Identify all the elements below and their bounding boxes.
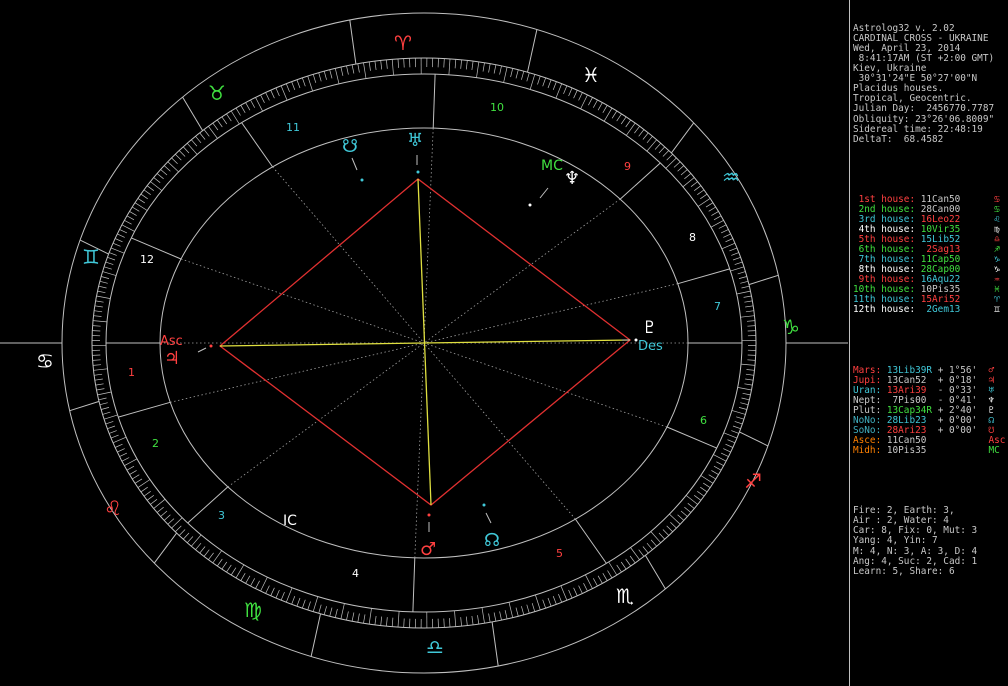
aries-icon: ♈ bbox=[394, 31, 412, 55]
house-number-10: 10 bbox=[490, 101, 504, 114]
degree-tick bbox=[443, 618, 445, 628]
jupiter-marker bbox=[209, 344, 213, 348]
planet-row-8: Midh: 10Pis35 MC bbox=[853, 446, 1008, 456]
chart-header: Astrolog32 v. 2.02 CARDINAL CROSS - UKRAI… bbox=[853, 24, 1008, 145]
taurus-icon: ♉ bbox=[208, 81, 226, 105]
virgo-icon: ♍ bbox=[244, 598, 262, 622]
sagittarius-icon: ♐ bbox=[744, 469, 762, 493]
info-panel: Astrolog32 v. 2.02 CARDINAL CROSS - UKRAI… bbox=[849, 0, 1008, 686]
house-number-12: 12 bbox=[140, 253, 154, 266]
house-number-11: 11 bbox=[286, 121, 300, 134]
degree-tick bbox=[403, 58, 405, 68]
planet-position: 10Pis35 bbox=[881, 445, 933, 457]
planet-motion bbox=[932, 445, 977, 456]
uranus-marker bbox=[416, 170, 420, 174]
house-number-2: 2 bbox=[152, 437, 159, 450]
degree-tick bbox=[403, 618, 405, 628]
house-label: 12th house: bbox=[853, 304, 916, 316]
cancer-icon: ♋ bbox=[36, 349, 54, 373]
north-node-icon: ☊ bbox=[484, 530, 500, 551]
neptune-marker bbox=[528, 203, 532, 207]
gemini-icon: ♊ bbox=[82, 245, 100, 269]
house-cusp-list: 1st house: 11Can50 ♋ 2nd house: 28Can00 … bbox=[853, 194, 1008, 316]
house-number-1: 1 bbox=[128, 366, 135, 379]
mc-label: MC bbox=[541, 158, 563, 174]
uranus-icon: ♅ bbox=[407, 130, 423, 151]
house-row-12: 12th house: 2Gem13 ♊ bbox=[853, 305, 1008, 315]
libra-icon: ♎ bbox=[426, 635, 444, 659]
ic-label: IC bbox=[283, 513, 297, 529]
house-number-5: 5 bbox=[556, 547, 563, 560]
planet-glyph-icon: MC bbox=[977, 445, 1000, 457]
south-node-marker bbox=[360, 178, 364, 182]
house-number-8: 8 bbox=[689, 231, 696, 244]
pisces-icon: ♓ bbox=[582, 63, 600, 87]
house-number-9: 9 bbox=[624, 160, 631, 173]
mars-marker bbox=[427, 513, 431, 517]
house-sign-icon: ♊ bbox=[960, 304, 1000, 316]
house-number-4: 4 bbox=[352, 567, 359, 580]
north-node-marker bbox=[482, 503, 486, 507]
header-text: DeltaT: 68.4582 bbox=[853, 133, 944, 145]
neptune-icon: ♆ bbox=[564, 168, 580, 189]
chart-wheel: 123456789101112 ♋♌♍♎♏♐♑♒♓♈♉♊ Asc Des MC … bbox=[0, 0, 848, 686]
pluto-icon: ♇ bbox=[642, 318, 657, 338]
des-label: Des bbox=[638, 339, 663, 354]
house-number-6: 6 bbox=[700, 414, 707, 427]
scorpio-icon: ♏ bbox=[616, 584, 634, 608]
header-line-11: DeltaT: 68.4582 bbox=[853, 133, 1008, 145]
stat-line-6: Learn: 5, Share: 6 bbox=[853, 565, 1008, 577]
jupiter-icon: ♃ bbox=[164, 348, 180, 369]
south-node-icon: ☋ bbox=[342, 136, 358, 157]
planet-name: Midh: bbox=[853, 445, 882, 457]
leo-icon: ♌ bbox=[104, 496, 122, 520]
house-number-3: 3 bbox=[218, 509, 225, 522]
stat-text: Learn: 5, Share: 6 bbox=[853, 565, 955, 577]
aquarius-icon: ♒ bbox=[722, 165, 740, 189]
capricorn-icon: ♑ bbox=[782, 315, 800, 339]
mars-icon: ♂ bbox=[420, 539, 436, 560]
house-value: 2Gem13 bbox=[915, 304, 961, 316]
house-number-7: 7 bbox=[714, 300, 721, 313]
element-stats: Fire: 2, Earth: 3, Air : 2, Water: 4 Car: … bbox=[853, 506, 1008, 576]
degree-tick bbox=[443, 58, 445, 68]
asc-label: Asc bbox=[160, 334, 183, 349]
planet-position-list: Mars: 13Lib39R + 1°56' ♂ Jupi: 13Can52 + … bbox=[853, 365, 1008, 456]
